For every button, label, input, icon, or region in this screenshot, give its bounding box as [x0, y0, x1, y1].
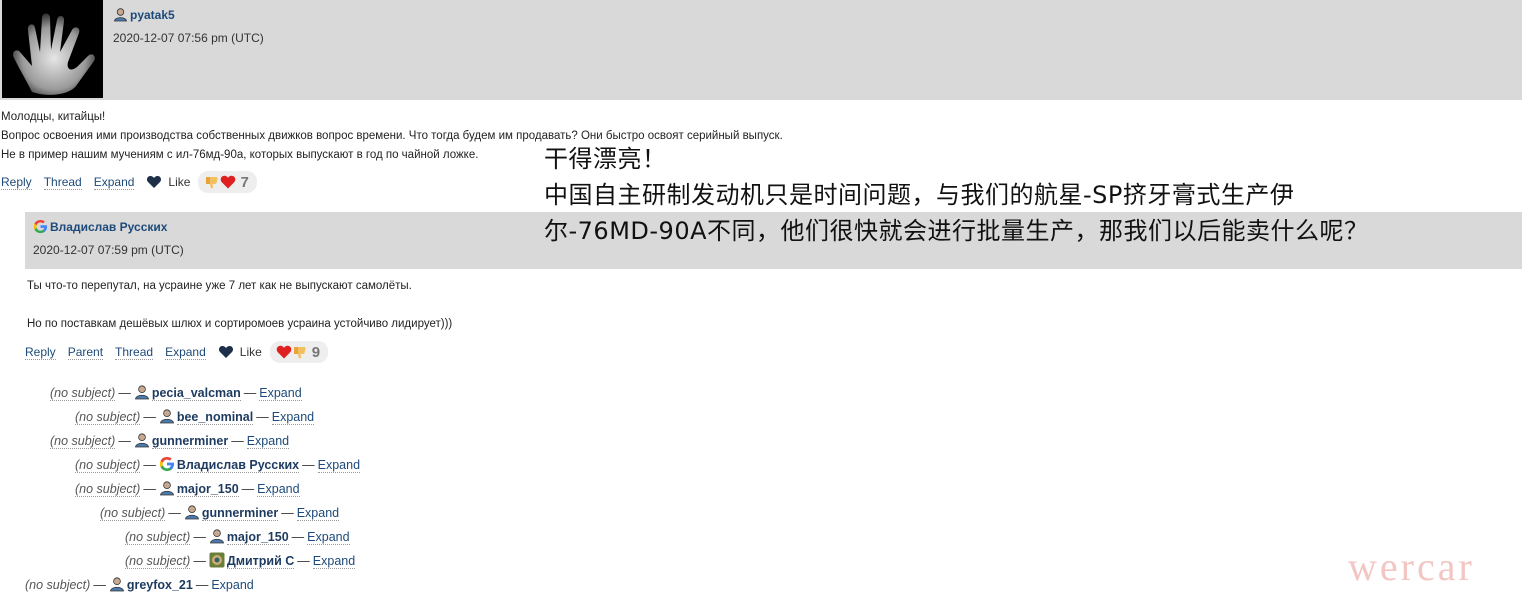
- google-icon: [159, 456, 175, 472]
- comment1-line: Молодцы, китайцы!: [1, 111, 106, 123]
- expand-link[interactable]: Expand: [257, 482, 300, 497]
- thread-author[interactable]: Владислав Русских: [176, 458, 300, 473]
- hand-icon: [2, 0, 103, 98]
- expand-link[interactable]: Expand: [211, 578, 254, 592]
- like-label: Like: [168, 175, 191, 189]
- watermark: wercar: [1348, 544, 1475, 589]
- reactions-badge[interactable]: 9: [269, 341, 329, 363]
- comment2-line: Ты что-то перепутал, на усраине уже 7 ле…: [27, 280, 412, 292]
- thread-subject[interactable]: (no subject): [75, 410, 141, 425]
- like-label: Like: [239, 345, 262, 359]
- thread-subject[interactable]: (no subject): [25, 578, 91, 592]
- thread-author[interactable]: major_150: [226, 530, 289, 545]
- thread-author[interactable]: gunnerminer: [201, 506, 279, 521]
- thread-subject[interactable]: (no subject): [100, 506, 166, 521]
- thread-entry: (no subject) — major_150— Expand: [125, 528, 350, 545]
- heart-icon: [146, 174, 162, 190]
- translation-caption: 干得漂亮！ 中国自主研制发动机只是时间问题，与我们的航星-SP挤牙膏式生产伊 尔…: [544, 141, 1369, 249]
- comment2-date[interactable]: 2020-12-07 07:59 pm (UTC): [33, 243, 184, 257]
- heart-icon: [218, 344, 234, 360]
- comment1-username[interactable]: pyatak5: [130, 8, 175, 22]
- thread-author[interactable]: greyfox_21: [126, 578, 193, 592]
- expand-link[interactable]: Expand: [312, 554, 356, 569]
- user-icon: [113, 7, 128, 22]
- thread-author[interactable]: gunnerminer: [151, 434, 229, 449]
- thread-subject[interactable]: (no subject): [125, 554, 191, 569]
- like-button[interactable]: Like: [218, 344, 262, 360]
- thread-entry: (no subject) — greyfox_21— Expand: [25, 576, 254, 592]
- thread-author[interactable]: pecia_valcman: [151, 386, 241, 401]
- user-icon: [184, 504, 200, 520]
- user-icon: [159, 408, 175, 424]
- comment2-body: Ты что-то перепутал, на усраине уже 7 ле…: [27, 277, 452, 334]
- user-icon: [159, 480, 175, 496]
- thread-subject[interactable]: (no subject): [75, 458, 141, 473]
- photo-avatar-icon: [209, 552, 225, 568]
- expand-link[interactable]: Expand: [271, 410, 315, 425]
- hand-avatar[interactable]: [2, 0, 103, 98]
- comment2-actions: Reply Parent Thread Expand Like 9: [25, 341, 329, 363]
- thumbs-down-icon: [292, 344, 308, 360]
- thread-entry: (no subject) — gunnerminer — Expand: [100, 504, 340, 521]
- thread-entry: (no subject) — Владислав Русских — Expand: [75, 456, 361, 473]
- user-icon: [209, 528, 225, 544]
- comment2-username[interactable]: Владислав Русских: [50, 220, 167, 234]
- thread-subject[interactable]: (no subject): [75, 482, 141, 497]
- expand-link[interactable]: Expand: [93, 175, 135, 190]
- thread-author[interactable]: major_150: [176, 482, 239, 497]
- thread-entry: (no subject) — Дмитрий С — Expand: [125, 552, 356, 569]
- comment2-line: Но по поставкам дешёвых шлюх и сортиромо…: [27, 318, 453, 330]
- thumbs-down-icon: [204, 174, 220, 190]
- reactions-badge[interactable]: 7: [198, 171, 257, 193]
- reply-link[interactable]: Reply: [25, 345, 56, 360]
- user-icon: [134, 432, 150, 448]
- thread-link[interactable]: Thread: [115, 345, 154, 360]
- reaction-count: 9: [311, 343, 321, 361]
- thread-entry: (no subject) — major_150— Expand: [75, 480, 300, 497]
- thread-subject[interactable]: (no subject): [50, 434, 116, 449]
- user-icon: [109, 576, 125, 592]
- caption-line: 尔-76MD-90A不同，他们很快就会进行批量生产，那我们以后能卖什么呢？: [544, 217, 1369, 245]
- caption-line: 中国自主研制发动机只是时间问题，与我们的航星-SP挤牙膏式生产伊: [544, 181, 1295, 209]
- caption-line: 干得漂亮！: [544, 145, 667, 173]
- comment1-date[interactable]: 2020-12-07 07:56 pm (UTC): [113, 31, 264, 45]
- expand-link[interactable]: Expand: [317, 458, 361, 473]
- reply-link[interactable]: Reply: [1, 175, 32, 190]
- expand-link[interactable]: Expand: [165, 345, 206, 360]
- reaction-count: 7: [240, 173, 249, 191]
- comment1-header: pyatak5 2020-12-07 07:56 pm (UTC): [0, 0, 1522, 100]
- expand-link[interactable]: Expand: [296, 506, 340, 521]
- thread-entry: (no subject) — pecia_valcman — Expand: [50, 384, 302, 401]
- red-heart-icon: [276, 344, 292, 360]
- user-icon: [134, 384, 150, 400]
- google-icon: [33, 219, 48, 234]
- thread-entry: (no subject) — bee_nominal — Expand: [75, 408, 315, 425]
- comment2-author[interactable]: Владислав Русских: [33, 219, 167, 234]
- like-button[interactable]: Like: [146, 174, 190, 190]
- thread-entry: (no subject) — gunnerminer — Expand: [50, 432, 290, 449]
- thread-author[interactable]: bee_nominal: [176, 410, 254, 425]
- comment1-actions: Reply Thread Expand Like 7: [1, 171, 257, 193]
- thread-subject[interactable]: (no subject): [50, 386, 116, 401]
- expand-link[interactable]: Expand: [307, 530, 350, 545]
- comment1-author[interactable]: pyatak5: [113, 7, 175, 22]
- thread-link[interactable]: Thread: [43, 175, 82, 190]
- thread-subject[interactable]: (no subject): [125, 530, 191, 545]
- expand-link[interactable]: Expand: [246, 434, 290, 449]
- expand-link[interactable]: Expand: [259, 386, 302, 401]
- thread-author[interactable]: Дмитрий С: [226, 554, 295, 569]
- red-heart-icon: [220, 174, 236, 190]
- parent-link[interactable]: Parent: [67, 345, 104, 360]
